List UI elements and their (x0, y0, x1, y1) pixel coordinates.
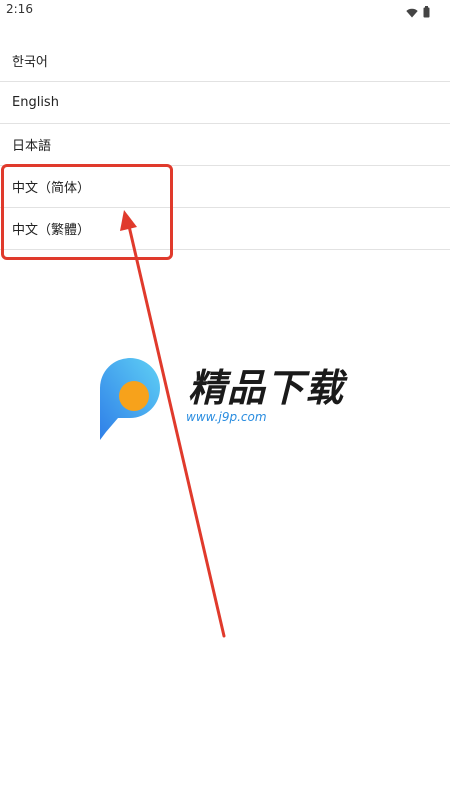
language-item-chinese-traditional[interactable]: 中文（繁體） (0, 208, 450, 250)
watermark: 精品下载 www.j9p.com (96, 358, 356, 444)
language-label: 한국어 (12, 55, 48, 70)
status-bar: 2:16 (0, 0, 450, 20)
language-label: 中文（繁體） (12, 223, 91, 238)
language-label: English (12, 95, 59, 110)
language-item-korean[interactable]: 한국어 (0, 40, 450, 82)
language-item-japanese[interactable]: 日本語 (0, 124, 450, 166)
watermark-logo-icon (100, 358, 160, 440)
wifi-icon (406, 3, 418, 22)
language-selection-screen: 2:16 한국어 English 日本語 中文（简体） 中文（繁體） 精品下载 … (0, 0, 450, 800)
status-time: 2:16 (6, 2, 33, 16)
language-label: 中文（简体） (12, 181, 91, 196)
status-icons (406, 3, 430, 22)
watermark-title: 精品下载 (188, 366, 345, 410)
watermark-url: www.j9p.com (186, 410, 267, 424)
language-list: 한국어 English 日本語 中文（简体） 中文（繁體） (0, 40, 450, 250)
battery-icon (423, 3, 430, 22)
language-item-chinese-simplified[interactable]: 中文（简体） (0, 166, 450, 208)
language-label: 日本語 (12, 139, 52, 154)
language-item-english[interactable]: English (0, 82, 450, 124)
